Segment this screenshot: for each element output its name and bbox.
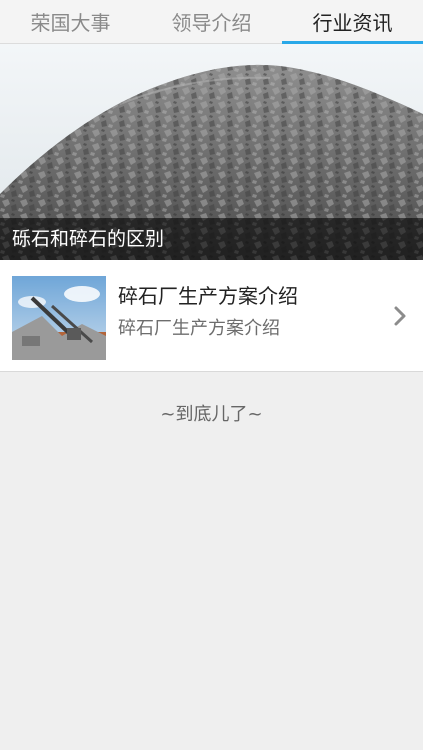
tab-label: 荣国大事	[30, 11, 111, 35]
tab-bar: 荣国大事 领导介绍 行业资讯	[0, 0, 423, 44]
tab-industry-news[interactable]: 行业资讯	[282, 0, 423, 44]
tab-label: 行业资讯	[312, 11, 393, 35]
chevron-right-icon	[394, 306, 406, 326]
tab-label: 领导介绍	[171, 11, 252, 35]
tab-rongguo-news[interactable]: 荣国大事	[0, 0, 141, 43]
hero-caption: 砾石和碎石的区别	[12, 228, 165, 250]
list-item-title: 碎石厂生产方案介绍	[118, 284, 298, 308]
tab-leadership[interactable]: 领导介绍	[141, 0, 282, 43]
list-item[interactable]: 碎石厂生产方案介绍 碎石厂生产方案介绍	[0, 260, 423, 372]
end-of-list-note: ~到底儿了~	[160, 404, 263, 425]
list-item-subtitle: 碎石厂生产方案介绍	[118, 318, 280, 339]
list-item-thumbnail	[12, 276, 106, 360]
hero-banner[interactable]: 砾石和碎石的区别	[0, 44, 423, 260]
